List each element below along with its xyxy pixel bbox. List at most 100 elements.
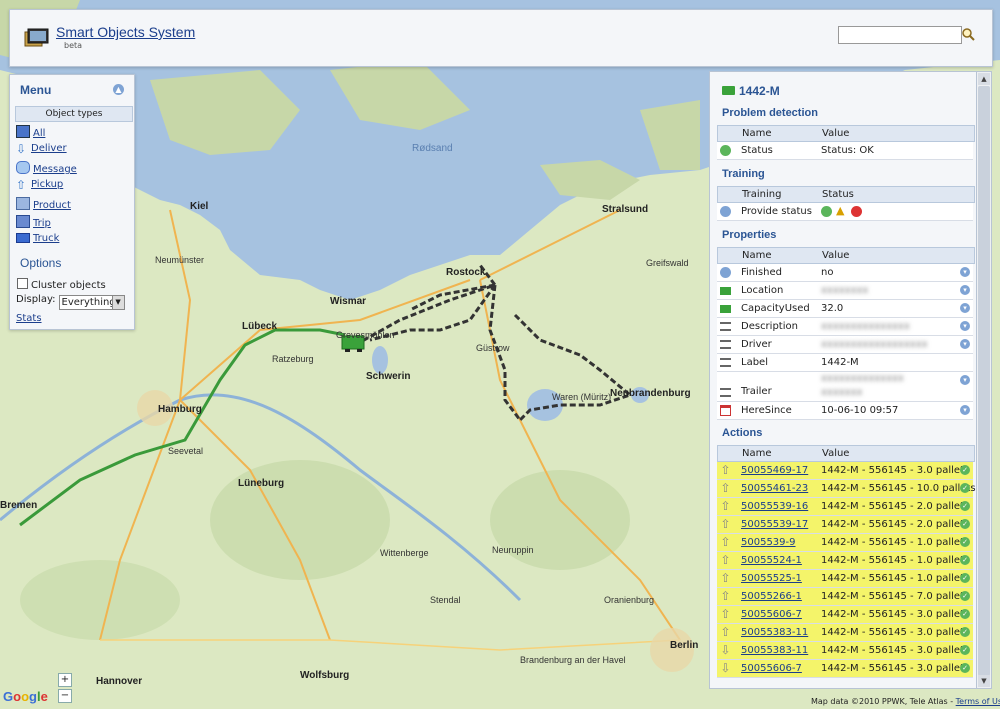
terms-link[interactable]: Terms of Use [956, 697, 1000, 706]
collapse-icon[interactable]: ▲ [113, 84, 124, 95]
row-value-redacted: xxxxxxxxxxxxxxx [821, 321, 910, 332]
menu-item-label: Truck [33, 233, 60, 244]
table-row[interactable]: ⇧ 50055539-16 1442-M - 556145 - 2.0 pallet… [717, 498, 973, 516]
col-name: Training [742, 189, 782, 200]
action-link[interactable]: 50055383-11 [741, 642, 808, 659]
action-link[interactable]: 50055539-17 [741, 516, 808, 533]
problem-detection-title: Problem detection [722, 107, 818, 119]
row-name: HereSince [741, 405, 792, 416]
check-icon[interactable]: ✓ [960, 537, 970, 547]
row-value: 10-06-10 09:57 [821, 405, 899, 416]
action-link[interactable]: 50055606-7 [741, 606, 802, 623]
table-row[interactable]: ⇧ 50055469-17 1442-M - 556145 - 3.0 pallet… [717, 462, 973, 480]
menu-item-all[interactable]: All [16, 125, 45, 139]
expand-icon[interactable]: ▾ [960, 267, 970, 277]
menu-item-pickup[interactable]: ⇧ Pickup [16, 179, 63, 191]
row-name: Finished [741, 267, 782, 278]
action-link[interactable]: 50055539-16 [741, 498, 808, 515]
expand-icon[interactable]: ▾ [960, 303, 970, 313]
table-row[interactable]: ⇧ 50055525-1 1442-M - 556145 - 1.0 pallets… [717, 570, 973, 588]
table-row: Finished no ▾ [717, 264, 973, 282]
expand-icon[interactable]: ▾ [960, 321, 970, 331]
menu-item-truck[interactable]: Truck [16, 233, 59, 244]
search-input[interactable] [838, 26, 962, 44]
action-link[interactable]: 50055469-17 [741, 462, 808, 479]
action-link[interactable]: 50055461-23 [741, 480, 808, 497]
menu-title: Menu [20, 83, 52, 97]
options-title: Options [20, 256, 62, 270]
check-icon[interactable]: ✓ [960, 663, 970, 673]
row-value: 1442-M [821, 357, 859, 368]
action-link[interactable]: 50055383-11 [741, 624, 808, 641]
display-select[interactable]: Everything ▼ [58, 295, 125, 310]
google-logo[interactable]: Google [3, 689, 48, 704]
menu-item-product[interactable]: Product [16, 197, 71, 211]
zoom-in-button[interactable]: + [58, 673, 72, 687]
checkbox-box[interactable] [17, 278, 28, 289]
table-row: Provide status ▲ [717, 203, 973, 221]
panel-scrollbar[interactable]: ▲ ▼ [976, 71, 992, 689]
warning-icon[interactable]: ▲ [836, 205, 844, 217]
expand-icon[interactable]: ▾ [960, 339, 970, 349]
check-icon[interactable]: ✓ [960, 573, 970, 583]
map-attribution: Map data ©2010 PPWK, Tele Atlas - Terms … [811, 697, 1000, 706]
reject-icon[interactable] [851, 206, 862, 217]
properties-header: Name Value [717, 247, 975, 264]
check-icon[interactable]: ✓ [960, 555, 970, 565]
app-title[interactable]: Smart Objects System [56, 24, 195, 40]
action-link[interactable]: 5005539-9 [741, 534, 796, 551]
menu-item-message[interactable]: Message [16, 161, 77, 175]
scroll-down-icon[interactable]: ▼ [978, 675, 990, 687]
table-row[interactable]: ⇩ 50055383-11 1442-M - 556145 - 3.0 pallet… [717, 642, 973, 660]
cluster-objects-checkbox[interactable]: Cluster objects [17, 278, 106, 291]
actions-header: Name Value [717, 445, 975, 462]
table-row: Description xxxxxxxxxxxxxxx ▾ [717, 318, 973, 336]
action-link[interactable]: 50055524-1 [741, 552, 802, 569]
scrollbar-thumb[interactable] [978, 86, 990, 676]
check-icon[interactable]: ✓ [960, 627, 970, 637]
row-value: no [821, 267, 834, 278]
check-icon[interactable]: ✓ [960, 591, 970, 601]
check-icon[interactable]: ✓ [960, 483, 970, 493]
calendar-icon [720, 405, 731, 416]
zoom-control: + − [58, 673, 72, 705]
zoom-out-button[interactable]: − [58, 689, 72, 703]
check-icon[interactable]: ✓ [960, 519, 970, 529]
action-link[interactable]: 50055266-1 [741, 588, 802, 605]
menu-item-trip[interactable]: Trip [16, 215, 51, 229]
lines-icon [720, 388, 731, 397]
table-row[interactable]: ⇧ 50055606-7 1442-M - 556145 - 3.0 pallets… [717, 606, 973, 624]
map-label: Neubrandenburg [610, 388, 691, 399]
action-value: 1442-M - 556145 - 1.0 pallets [821, 555, 970, 566]
expand-icon[interactable]: ▾ [960, 285, 970, 295]
stats-link[interactable]: Stats [16, 313, 42, 324]
truck-icon [720, 287, 731, 295]
table-row[interactable]: ⇧ 50055539-17 1442-M - 556145 - 2.0 pallet… [717, 516, 973, 534]
display-select-value: Everything [61, 297, 116, 308]
map-label: Güstrow [476, 343, 510, 353]
check-icon[interactable]: ✓ [960, 609, 970, 619]
table-row[interactable]: ⇩ 50055606-7 1442-M - 556145 - 3.0 pallets… [717, 660, 973, 678]
check-icon[interactable]: ✓ [960, 645, 970, 655]
approve-icon[interactable] [821, 206, 832, 217]
expand-icon[interactable]: ▾ [960, 375, 970, 385]
scroll-up-icon[interactable]: ▲ [978, 73, 990, 85]
menu-item-deliver[interactable]: ⇩ Deliver [16, 143, 67, 155]
check-icon[interactable]: ✓ [960, 501, 970, 511]
action-link[interactable]: 50055525-1 [741, 570, 802, 587]
table-row[interactable]: ⇧ 50055266-1 1442-M - 556145 - 7.0 pallets… [717, 588, 973, 606]
action-link[interactable]: 50055606-7 [741, 660, 802, 677]
table-row[interactable]: ⇧ 50055383-11 1442-M - 556145 - 3.0 pallet… [717, 624, 973, 642]
menu-item-label: All [33, 128, 46, 139]
search-icon[interactable] [962, 28, 975, 41]
table-row[interactable]: ⇧ 50055524-1 1442-M - 556145 - 1.0 pallets… [717, 552, 973, 570]
object-details-panel: 1442-M Problem detection Name Value Stat… [709, 71, 977, 689]
expand-icon[interactable]: ▾ [960, 405, 970, 415]
check-icon[interactable]: ✓ [960, 465, 970, 475]
table-row[interactable]: ⇧ 5005539-9 1442-M - 556145 - 1.0 pallets ✓ [717, 534, 973, 552]
chevron-down-icon[interactable]: ▼ [111, 296, 124, 309]
map-label: Kiel [190, 201, 209, 212]
table-row[interactable]: ⇧ 50055461-23 1442-M - 556145 - 10.0 palle… [717, 480, 976, 498]
action-value: 1442-M - 556145 - 3.0 pallets [821, 645, 970, 656]
table-row: Status Status: OK [717, 142, 973, 160]
